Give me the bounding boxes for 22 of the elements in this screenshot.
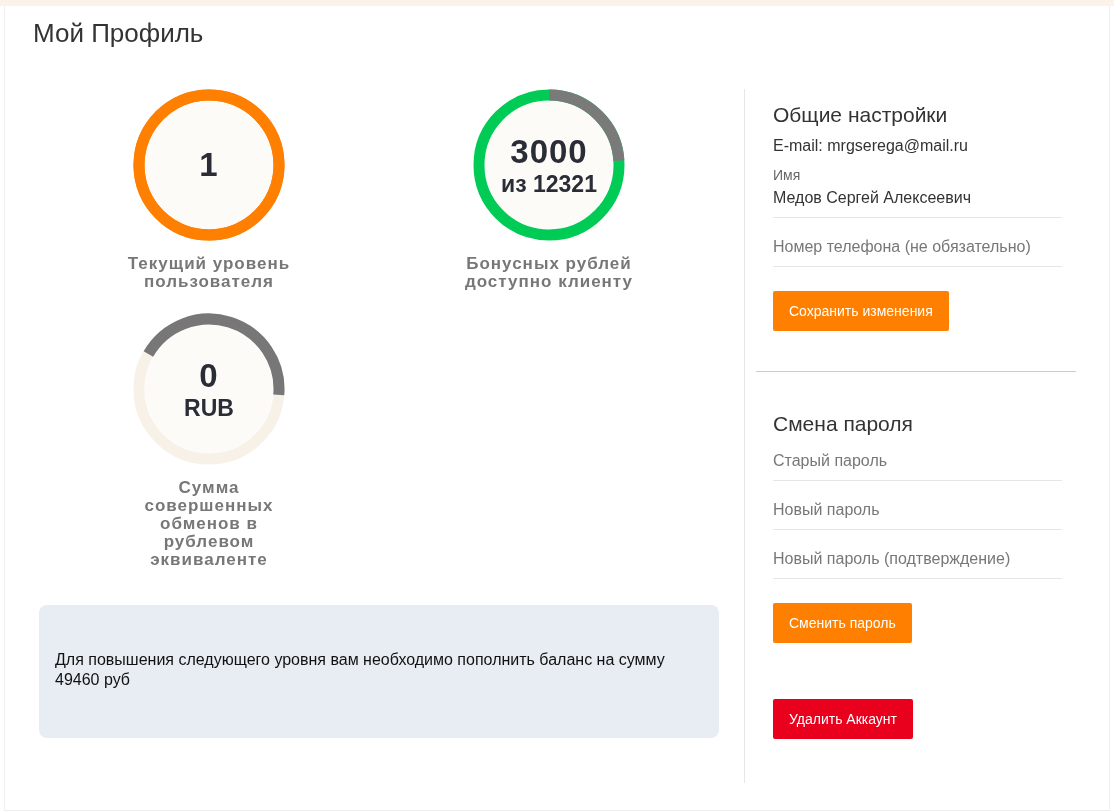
email-text: E-mail: mrgserega@mail.ru [773, 137, 969, 155]
ring-value: 1 [199, 146, 219, 184]
ring-caption: Сумма совершенных обменов в рублевом эквиваленте [143, 479, 275, 569]
name-field[interactable]: Медов Сергей Алексеевич [773, 183, 1062, 218]
phone-field[interactable]: Номер телефона (не обязательно) [773, 218, 1062, 267]
section-title: Смена пароля [773, 412, 914, 436]
level-notice: Для повышения следующего уровня вам необходимо пополнить баланс на сумму 49460 руб [39, 605, 719, 738]
field-label: Имя [773, 167, 802, 183]
save-button[interactable]: Сохранить изменения [773, 291, 949, 331]
ring-caption: Бонусных рублей доступно клиенту [463, 255, 635, 291]
change-password-button[interactable]: Сменить пароль [773, 603, 912, 643]
password-field[interactable]: Новый пароль (подтверждение) [773, 530, 1062, 579]
password-field[interactable]: Новый пароль [773, 481, 1062, 530]
ring-unit: RUB [184, 394, 234, 422]
ring-value: 3000 [510, 132, 588, 171]
ring-caption: Текущий уровень пользователя [126, 255, 292, 291]
ring-value: 0 [199, 356, 219, 395]
password-field[interactable]: Старый пароль [773, 446, 1062, 481]
ring-unit: из 12321 [501, 170, 597, 198]
page-title: Мой Профиль [33, 18, 205, 49]
section-title: Общие настройки [773, 103, 949, 127]
delete-account-button[interactable]: Удалить Аккаунт [773, 699, 913, 739]
